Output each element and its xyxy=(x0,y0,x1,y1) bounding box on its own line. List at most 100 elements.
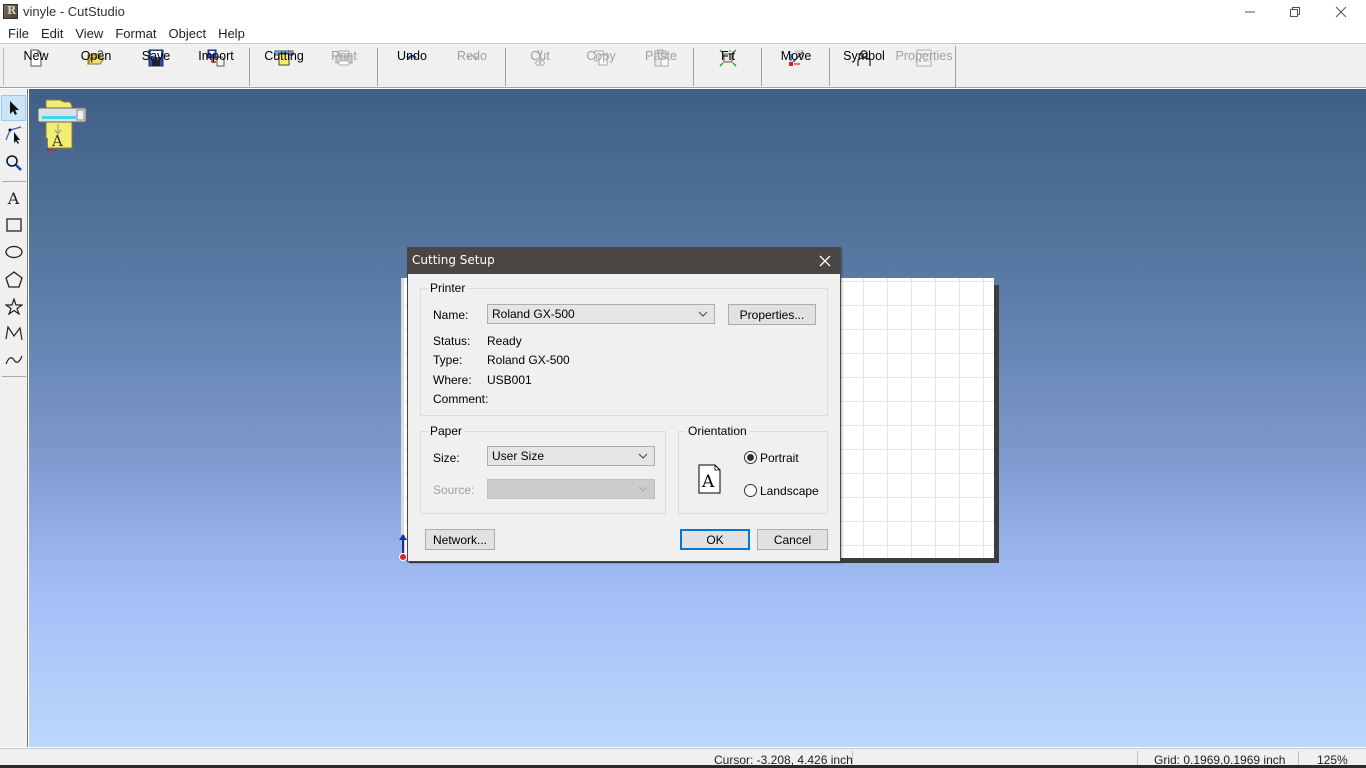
toolbar-separator xyxy=(505,48,506,86)
edit-points-icon xyxy=(4,126,21,144)
rectangle-icon xyxy=(5,218,22,232)
palette-separator xyxy=(2,376,26,377)
menu-view[interactable]: View xyxy=(69,26,109,41)
title-bar: vinyle - CutStudio xyxy=(0,0,1366,24)
printer-properties-button[interactable]: Properties... xyxy=(728,304,816,325)
cutting-button[interactable]: Cutting xyxy=(260,46,308,88)
dialog-close-button[interactable] xyxy=(816,252,834,270)
tool-palette: A xyxy=(0,89,28,747)
menu-help[interactable]: Help xyxy=(212,26,251,41)
ok-button[interactable]: OK xyxy=(680,529,750,550)
cut-button[interactable]: Cut xyxy=(518,46,562,88)
toolbar-grip[interactable] xyxy=(3,48,5,86)
symbol-button[interactable]: Symbol xyxy=(840,46,888,88)
toolbar-separator xyxy=(693,48,694,86)
paper-size-select[interactable]: User Size xyxy=(487,446,655,466)
import-button[interactable]: Import xyxy=(194,46,238,88)
network-button[interactable]: Network... xyxy=(425,529,495,550)
dialog-title-bar[interactable]: Cutting Setup xyxy=(408,248,840,274)
undo-button[interactable]: Undo xyxy=(390,46,434,88)
select-tool[interactable] xyxy=(1,95,26,121)
polyline-tool[interactable] xyxy=(1,320,26,346)
cutter-device-icon[interactable]: A xyxy=(36,98,88,154)
landscape-radio[interactable] xyxy=(744,484,757,497)
toolbar-separator xyxy=(761,48,762,86)
type-value: Roland GX-500 xyxy=(487,353,570,367)
rectangle-tool[interactable] xyxy=(1,212,26,238)
star-tool[interactable] xyxy=(1,293,26,319)
close-window-button[interactable] xyxy=(1318,0,1364,24)
where-value: USB001 xyxy=(487,373,532,387)
size-label: Size: xyxy=(433,451,460,465)
close-icon xyxy=(819,255,831,267)
portrait-label[interactable]: Portrait xyxy=(760,451,799,465)
ellipse-icon xyxy=(4,245,23,259)
polygon-tool[interactable] xyxy=(1,266,26,292)
portrait-radio[interactable] xyxy=(744,451,757,464)
text-tool[interactable]: A xyxy=(1,185,26,211)
printer-name-value: Roland GX-500 xyxy=(492,307,575,321)
minimize-icon xyxy=(1245,11,1255,13)
cancel-button[interactable]: Cancel xyxy=(757,529,828,550)
curve-icon xyxy=(4,355,23,365)
type-label: Type: xyxy=(433,353,463,367)
select-arrow-icon xyxy=(9,101,19,115)
toolbar-end-separator xyxy=(955,46,956,88)
portrait-page-icon: A xyxy=(698,464,721,494)
menu-edit[interactable]: Edit xyxy=(35,26,69,41)
app-logo-icon xyxy=(3,4,18,19)
ellipse-tool[interactable] xyxy=(1,239,26,265)
star-icon xyxy=(4,297,23,315)
restore-icon xyxy=(1290,7,1300,17)
window-title: vinyle - CutStudio xyxy=(23,4,125,19)
chevron-down-icon xyxy=(638,486,648,492)
menu-format[interactable]: Format xyxy=(109,26,162,41)
polyline-icon xyxy=(4,325,23,341)
properties-button[interactable]: Properties xyxy=(896,46,953,88)
page-preview-glyph: A xyxy=(701,472,715,492)
close-icon xyxy=(1335,6,1347,18)
minimize-button[interactable] xyxy=(1227,0,1273,24)
where-label: Where: xyxy=(433,373,472,387)
magnifier-icon xyxy=(5,155,22,171)
new-button[interactable]: New xyxy=(14,46,58,88)
paper-size-value: User Size xyxy=(492,449,545,463)
menu-file[interactable]: File xyxy=(2,26,35,41)
copy-button[interactable]: Copy xyxy=(578,46,624,88)
palette-separator xyxy=(2,181,26,182)
paste-button[interactable]: Paste xyxy=(638,46,684,88)
printer-group-label: Printer xyxy=(428,281,468,295)
move-button[interactable]: Move xyxy=(774,46,818,88)
paper-group: Paper Size: User Size Source: xyxy=(420,424,666,514)
orientation-group-label: Orientation xyxy=(686,424,749,438)
orientation-group: Orientation A Portrait Landscape xyxy=(678,424,828,514)
menu-object[interactable]: Object xyxy=(162,26,212,41)
fit-button[interactable]: Fit xyxy=(706,46,750,88)
printer-group: Printer Name: Roland GX-500 Properties..… xyxy=(420,281,828,416)
print-button[interactable]: Print xyxy=(322,46,366,88)
printer-name-select[interactable]: Roland GX-500 xyxy=(487,304,715,324)
cutting-setup-dialog: Cutting Setup Printer Name: Roland GX-50… xyxy=(407,247,841,562)
edit-points-tool[interactable] xyxy=(1,122,26,148)
name-label: Name: xyxy=(433,308,469,322)
paper-group-label: Paper xyxy=(428,424,465,438)
open-button[interactable]: Open xyxy=(74,46,118,88)
zoom-tool[interactable] xyxy=(1,150,26,176)
dialog-title: Cutting Setup xyxy=(412,253,495,267)
landscape-label[interactable]: Landscape xyxy=(760,484,819,498)
toolbar-separator xyxy=(249,48,250,86)
save-button[interactable]: Save xyxy=(134,46,178,88)
toolbar-separator xyxy=(377,48,378,86)
restore-button[interactable] xyxy=(1272,0,1318,24)
chevron-down-icon xyxy=(698,311,708,317)
status-label: Status: xyxy=(433,334,471,348)
paper-source-select[interactable] xyxy=(487,479,655,499)
chevron-down-icon xyxy=(638,453,648,459)
status-value: Ready xyxy=(487,334,522,348)
comment-label: Comment: xyxy=(433,392,489,406)
redo-button[interactable]: Redo xyxy=(450,46,494,88)
toolbar-separator xyxy=(829,48,830,86)
menu-bar: File Edit View Format Object Help xyxy=(0,24,1366,43)
curve-tool[interactable] xyxy=(1,347,26,373)
text-a-icon: A xyxy=(7,188,20,208)
